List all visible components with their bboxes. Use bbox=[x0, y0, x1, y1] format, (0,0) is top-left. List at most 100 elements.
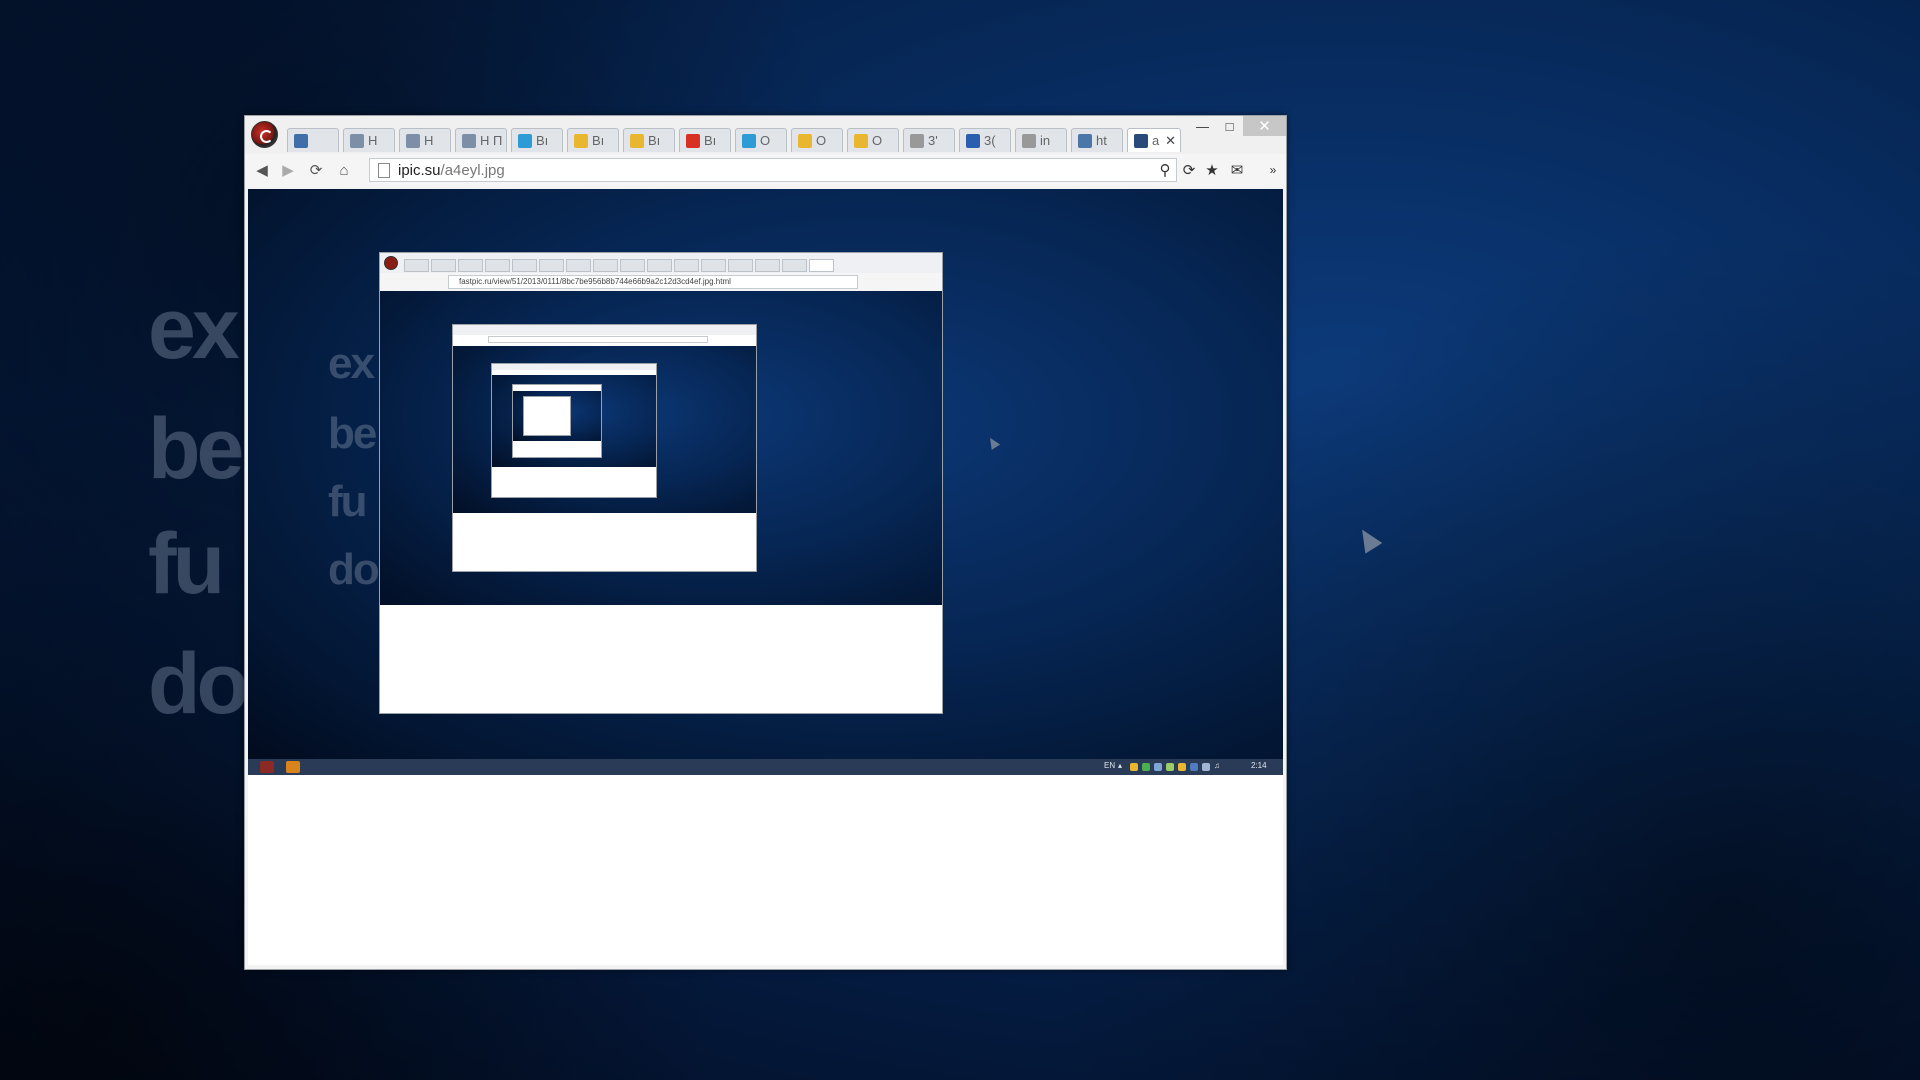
back-button[interactable]: ◀ bbox=[251, 160, 273, 180]
close-window-button[interactable]: ✕ bbox=[1243, 116, 1286, 136]
nested-browser-window-5 bbox=[523, 396, 571, 436]
taskbar-app-icon bbox=[286, 761, 300, 773]
gmail-icon bbox=[686, 133, 700, 148]
image-word-1: ex bbox=[328, 339, 375, 388]
captured-taskbar: EN ▴ ♫ 2:14 bbox=[248, 759, 1283, 775]
browser-tab[interactable]: H bbox=[399, 128, 451, 152]
nested-tab bbox=[485, 259, 510, 272]
browser-tab[interactable]: a ✕ bbox=[1127, 128, 1181, 152]
mail-icon[interactable]: ✉ bbox=[1227, 160, 1247, 180]
browser-menu-logo-icon[interactable] bbox=[251, 121, 278, 148]
browser-tab[interactable]: Bı bbox=[511, 128, 563, 152]
grid-icon bbox=[966, 133, 980, 148]
browser-tab[interactable]: H bbox=[343, 128, 395, 152]
tray-icon-1 bbox=[1130, 763, 1138, 771]
tray-language: EN bbox=[1104, 761, 1116, 770]
nested-tab bbox=[701, 259, 726, 272]
browser-tab[interactable]: H П bbox=[455, 128, 507, 152]
tab-label: in bbox=[1040, 133, 1051, 148]
nested-tab bbox=[728, 259, 753, 272]
reload-button[interactable]: ⟳ bbox=[305, 160, 327, 180]
nested-tab bbox=[458, 259, 483, 272]
page-icon bbox=[910, 133, 924, 148]
address-bar[interactable]: ipic.su/a4eyl.jpg bbox=[369, 158, 1177, 182]
page-icon bbox=[378, 162, 390, 178]
browser-tab[interactable]: in bbox=[1015, 128, 1067, 152]
tab-label: O bbox=[872, 133, 883, 148]
image-word-4: do bbox=[328, 545, 380, 594]
nested-3-title-bar bbox=[492, 364, 656, 370]
tray-network-icon bbox=[1202, 763, 1210, 771]
browser-tab[interactable] bbox=[287, 128, 339, 152]
tray-volume-icon: ♫ bbox=[1214, 761, 1220, 770]
image-cursor-icon bbox=[985, 435, 1001, 450]
window-controls: — □ ✕ bbox=[1189, 116, 1286, 136]
forward-button[interactable]: ▶ bbox=[277, 160, 299, 180]
browser-window: HHH П Bı Bı Bı Bı O O O 3' 3(in ht a ✕ — □ ✕ ◀ ▶ ⟳ ⌂… bbox=[244, 115, 1287, 970]
more-chevron-icon[interactable]: » bbox=[1263, 160, 1283, 180]
nested-toolbar: fastpic.ru/view/51/2013/0111/8bc7be956b8… bbox=[380, 273, 942, 291]
browser-tab[interactable]: Bı bbox=[623, 128, 675, 152]
navigation-toolbar: ◀ ▶ ⟳ ⌂ ipic.su/a4eyl.jpg ⚲ ⟳ ★ ✉ » bbox=[245, 154, 1286, 186]
browser-tab[interactable]: 3' bbox=[903, 128, 955, 152]
browser-tab[interactable]: O bbox=[735, 128, 787, 152]
browser-tab[interactable]: Bı bbox=[567, 128, 619, 152]
hand-icon bbox=[798, 133, 812, 148]
close-tab-icon[interactable]: ✕ bbox=[1165, 133, 1176, 149]
tab-label: ht bbox=[1096, 133, 1107, 148]
hand-icon bbox=[574, 133, 588, 148]
tab-label: 3' bbox=[928, 133, 938, 148]
page-icon bbox=[1022, 133, 1036, 148]
browser-tab[interactable]: O bbox=[791, 128, 843, 152]
swirl-icon bbox=[742, 133, 756, 148]
nested-tab bbox=[512, 259, 537, 272]
nested-title-bar bbox=[380, 253, 942, 273]
nested-tab bbox=[674, 259, 699, 272]
nested-tab bbox=[431, 259, 456, 272]
nested-3-image bbox=[492, 375, 656, 467]
home-button[interactable]: ⌂ bbox=[333, 160, 355, 180]
browser-tab[interactable]: ht bbox=[1071, 128, 1123, 152]
nested-tab bbox=[593, 259, 618, 272]
hand-icon bbox=[854, 133, 868, 148]
zoom-icon[interactable]: ⚲ bbox=[1155, 160, 1175, 180]
h-icon bbox=[406, 133, 420, 148]
browser-tab[interactable]: Bı bbox=[679, 128, 731, 152]
tab-label: Bı bbox=[704, 133, 717, 148]
tab-label: H bbox=[368, 133, 378, 148]
desktop-word-2: be bbox=[148, 401, 244, 497]
tray-icon-2 bbox=[1142, 763, 1150, 771]
tray-icon-3 bbox=[1154, 763, 1162, 771]
desktop-word-4: do bbox=[148, 636, 249, 732]
chat-icon bbox=[294, 133, 308, 148]
desktop-word-1: ex bbox=[148, 281, 240, 377]
bookmark-star-icon[interactable]: ★ bbox=[1202, 160, 1222, 180]
nested-address-bar: fastpic.ru/view/51/2013/0111/8bc7be956b8… bbox=[448, 275, 858, 289]
nested-browser-window-4 bbox=[512, 384, 602, 458]
nested-4-image bbox=[513, 391, 601, 441]
desktop-word-3: fu bbox=[148, 516, 225, 612]
sync-icon[interactable]: ⟳ bbox=[1179, 160, 1199, 180]
image-word-2: be bbox=[328, 409, 377, 458]
tab-label: Bı bbox=[592, 133, 605, 148]
displayed-image: ex be fu do ex be fu do fastpic.ru/view/… bbox=[248, 189, 1283, 775]
minimize-button[interactable]: — bbox=[1189, 116, 1216, 136]
tray-up-arrow-icon: ▴ bbox=[1118, 761, 1123, 770]
taskbar-browser-icon bbox=[260, 761, 274, 773]
nested-2-image bbox=[453, 346, 756, 513]
maximize-button[interactable]: □ bbox=[1216, 116, 1243, 136]
url-path: /a4eyl.jpg bbox=[440, 161, 505, 179]
tray-icon-6 bbox=[1190, 763, 1198, 771]
tab-label: O bbox=[816, 133, 827, 148]
browser-tab[interactable]: O bbox=[847, 128, 899, 152]
tray-icon-4 bbox=[1166, 763, 1174, 771]
shield-icon bbox=[1134, 133, 1148, 148]
nested-tab bbox=[647, 259, 672, 272]
h-icon bbox=[350, 133, 364, 148]
nested-logo-icon bbox=[384, 256, 398, 270]
address-text: ipic.su/a4eyl.jpg bbox=[398, 162, 505, 179]
nested-tab bbox=[809, 259, 834, 272]
nested-tab bbox=[404, 259, 429, 272]
nested-tab bbox=[566, 259, 591, 272]
browser-tab[interactable]: 3( bbox=[959, 128, 1011, 152]
